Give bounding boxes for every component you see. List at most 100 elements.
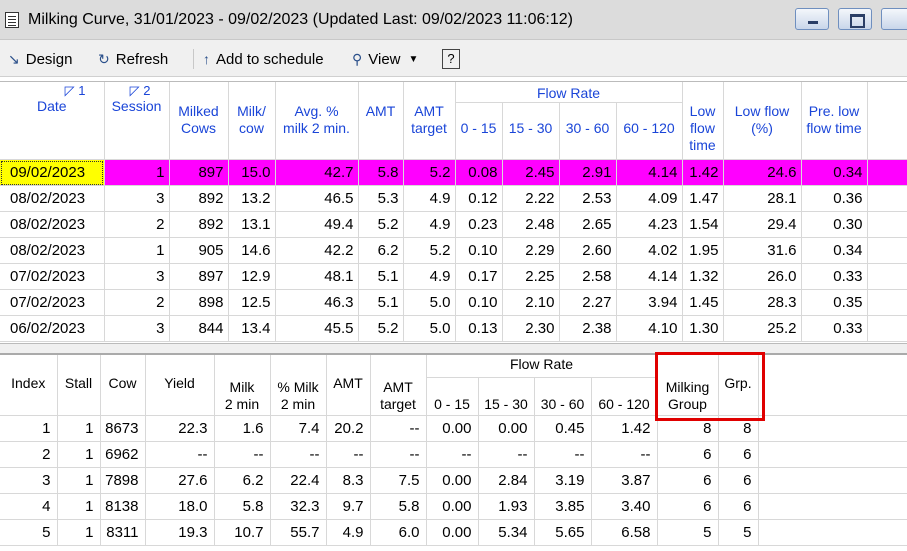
table-cell: 6 [657, 493, 719, 520]
col-milking-group[interactable]: Milking Group [657, 355, 719, 416]
table-cell: 2.38 [559, 315, 617, 342]
col-grp[interactable]: Grp. [718, 355, 759, 416]
col-amt[interactable]: AMT [326, 355, 371, 416]
table-cell: 1.6 [214, 415, 271, 442]
table-row[interactable]: 3 1 7898 27.6 6.2 22.4 8.3 7.5 0.00 2.84 3.19 3.87 6… [0, 467, 907, 494]
table-row[interactable]: 1 1 8673 22.3 1.6 7.4 20.2 -- 0.00 0.00 0.45 1.42 8 8 [0, 415, 907, 442]
table-cell: 905 [169, 237, 229, 264]
col-fr-0-15[interactable]: 0 - 15 [455, 102, 503, 160]
table-cell: 2 [104, 211, 170, 238]
col-yield[interactable]: Yield [145, 355, 215, 416]
col-filler [867, 82, 907, 160]
table-cell: 4.02 [616, 237, 683, 264]
col-milk-2min[interactable]: Milk 2 min [214, 355, 271, 416]
table-cell: 2.10 [502, 289, 560, 316]
col-stall[interactable]: Stall [57, 355, 101, 416]
table-row[interactable]: 06/02/2023 3 844 13.4 45.5 5.2 5.0 0.13 2.30 2.38… [0, 315, 907, 342]
header-line: Group [668, 395, 707, 412]
table-cell: 0.13 [455, 315, 503, 342]
table-cell: 07/02/2023 [0, 263, 105, 290]
row-filler [758, 519, 907, 546]
minimize-button[interactable] [795, 8, 829, 30]
table-cell: 1.42 [591, 415, 658, 442]
col-fr-30-60[interactable]: 30 - 60 [534, 377, 592, 416]
table-cell: -- [270, 441, 327, 468]
header-line: Low flow [734, 103, 790, 119]
cow-detail-grid[interactable]: Index Stall Cow Yield Milk 2 min % Milk … [0, 353, 907, 551]
table-cell: 5 [0, 519, 58, 546]
col-session[interactable]: ◸ 2 Session [104, 82, 170, 160]
table-row[interactable]: 09/02/2023 1 897 15.0 42.7 5.8 5.2 0.08 2.45 2.91… [0, 159, 907, 186]
header-line: Pre. low [808, 103, 860, 119]
table-cell: 0.12 [455, 185, 503, 212]
design-label: Design [25, 50, 73, 68]
table-cell: 5.0 [403, 289, 456, 316]
close-button[interactable] [881, 8, 907, 30]
table-cell: 1 [104, 159, 170, 186]
table-row[interactable]: 07/02/2023 2 898 12.5 46.3 5.1 5.0 0.10 2.10 2.27… [0, 289, 907, 316]
col-milk-per-cow[interactable]: Milk/ cow [228, 82, 276, 160]
table-row[interactable]: 2 1 6962 -- -- -- -- -- -- -- -- -- 6 6 [0, 441, 907, 468]
col-milked-cows[interactable]: Milked Cows [169, 82, 229, 160]
view-dropdown[interactable]: ⚲ View ▼ [352, 48, 418, 70]
table-cell: 27.6 [145, 467, 215, 494]
table-cell: 892 [169, 211, 229, 238]
col-fr-15-30[interactable]: 15 - 30 [478, 377, 535, 416]
col-date[interactable]: ◸ 1 Date [0, 82, 105, 160]
col-fr-60-120[interactable]: 60 - 120 [616, 102, 683, 160]
help-button[interactable]: ? [442, 48, 460, 70]
pane-splitter[interactable] [0, 343, 907, 353]
col-low-flow-time[interactable]: Low flow time [682, 82, 724, 160]
col-fr-15-30[interactable]: 15 - 30 [502, 102, 560, 160]
table-cell: 5 [657, 519, 719, 546]
table-cell: 5.2 [403, 159, 456, 186]
col-fr-30-60[interactable]: 30 - 60 [559, 102, 617, 160]
col-index[interactable]: Index [0, 355, 58, 416]
table-cell: 1 [57, 519, 101, 546]
table-cell: 22.3 [145, 415, 215, 442]
header-line: milk 2 min. [283, 120, 350, 136]
col-amt-target[interactable]: AMT target [370, 355, 427, 416]
row-filler [758, 441, 907, 468]
col-fr-0-15[interactable]: 0 - 15 [426, 377, 479, 416]
col-cow[interactable]: Cow [100, 355, 146, 416]
table-cell: 1.45 [682, 289, 724, 316]
table-cell: 9.7 [326, 493, 371, 520]
table-cell: 6.58 [591, 519, 658, 546]
sort-indicator: ◸ 2 [129, 83, 151, 98]
table-cell: 1.47 [682, 185, 724, 212]
table-cell: 1 [104, 237, 170, 264]
table-cell: -- [326, 441, 371, 468]
session-summary-grid[interactable]: ◸ 1 Date ◸ 2 Session Milked Cows Milk/ c… [0, 81, 907, 343]
table-cell: 08/02/2023 [0, 185, 105, 212]
add-to-schedule-button[interactable]: ↑ Add to schedule [203, 48, 324, 70]
table-cell: -- [534, 441, 592, 468]
maximize-button[interactable] [838, 8, 872, 30]
table-cell: -- [370, 415, 427, 442]
table-cell: 25.2 [723, 315, 802, 342]
col-amt[interactable]: AMT [358, 82, 404, 160]
table-row[interactable]: 4 1 8138 18.0 5.8 32.3 9.7 5.8 0.00 1.93 3.85 3.40 6… [0, 493, 907, 520]
table-cell: 6.2 [214, 467, 271, 494]
table-cell: 0.33 [801, 263, 868, 290]
table-cell: 42.2 [275, 237, 359, 264]
col-low-flow-pct[interactable]: Low flow (%) [723, 82, 802, 160]
table-cell: 28.1 [723, 185, 802, 212]
table-cell: 55.7 [270, 519, 327, 546]
col-pct-milk-2min[interactable]: % Milk 2 min [270, 355, 327, 416]
header-line: Milked [178, 103, 219, 119]
header-line: Milk/ [237, 103, 266, 119]
table-row[interactable]: 08/02/2023 2 892 13.1 49.4 5.2 4.9 0.23 2.48 2.65… [0, 211, 907, 238]
table-row[interactable]: 08/02/2023 3 892 13.2 46.5 5.3 4.9 0.12 2.22 2.53… [0, 185, 907, 212]
table-row[interactable]: 5 1 8311 19.3 10.7 55.7 4.9 6.0 0.00 5.34 5.65 6.58… [0, 519, 907, 546]
table-cell: 08/02/2023 [0, 237, 105, 264]
chevron-down-icon: ▼ [408, 53, 419, 65]
col-amt-target[interactable]: AMT target [403, 82, 456, 160]
col-avg-milk-2min[interactable]: Avg. % milk 2 min. [275, 82, 359, 160]
design-button[interactable]: ↘ Design [8, 48, 72, 70]
refresh-button[interactable]: ↻ Refresh [98, 48, 168, 70]
table-row[interactable]: 08/02/2023 1 905 14.6 42.2 6.2 5.2 0.10 2.29 2.60… [0, 237, 907, 264]
table-row[interactable]: 07/02/2023 3 897 12.9 48.1 5.1 4.9 0.17 2.25 2.58… [0, 263, 907, 290]
col-pre-low-flow-time[interactable]: Pre. low flow time [801, 82, 868, 160]
col-fr-60-120[interactable]: 60 - 120 [591, 377, 658, 416]
